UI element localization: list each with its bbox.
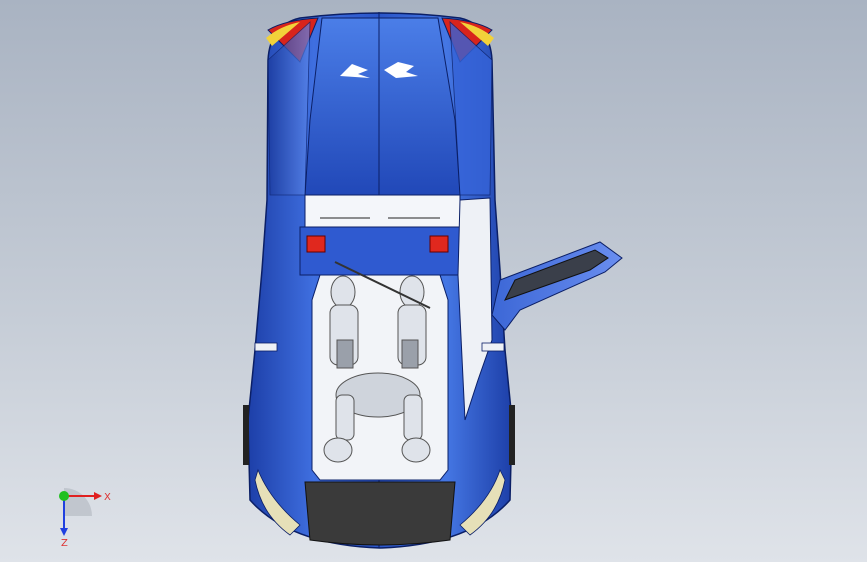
triad-shadow [64,488,92,516]
wheel-left [243,405,249,465]
axis-triad: X Z [59,488,111,548]
right-side-vent [481,342,505,352]
taillight-right [429,235,449,253]
x-axis-arrow [94,492,102,500]
left-side-vent [254,342,278,352]
taillight-left [306,235,326,253]
windshield-band [304,194,461,228]
y-axis-dot [59,491,69,501]
z-axis-label: Z [61,538,68,548]
x-axis-label: X [104,492,111,503]
hood-panel [304,17,461,196]
z-axis-arrow [60,528,68,536]
wheel-right [509,405,515,465]
open-door[interactable] [491,241,623,331]
3d-viewport[interactable] [0,0,867,562]
car-model[interactable] [243,12,623,549]
rear-bumper [304,481,456,546]
